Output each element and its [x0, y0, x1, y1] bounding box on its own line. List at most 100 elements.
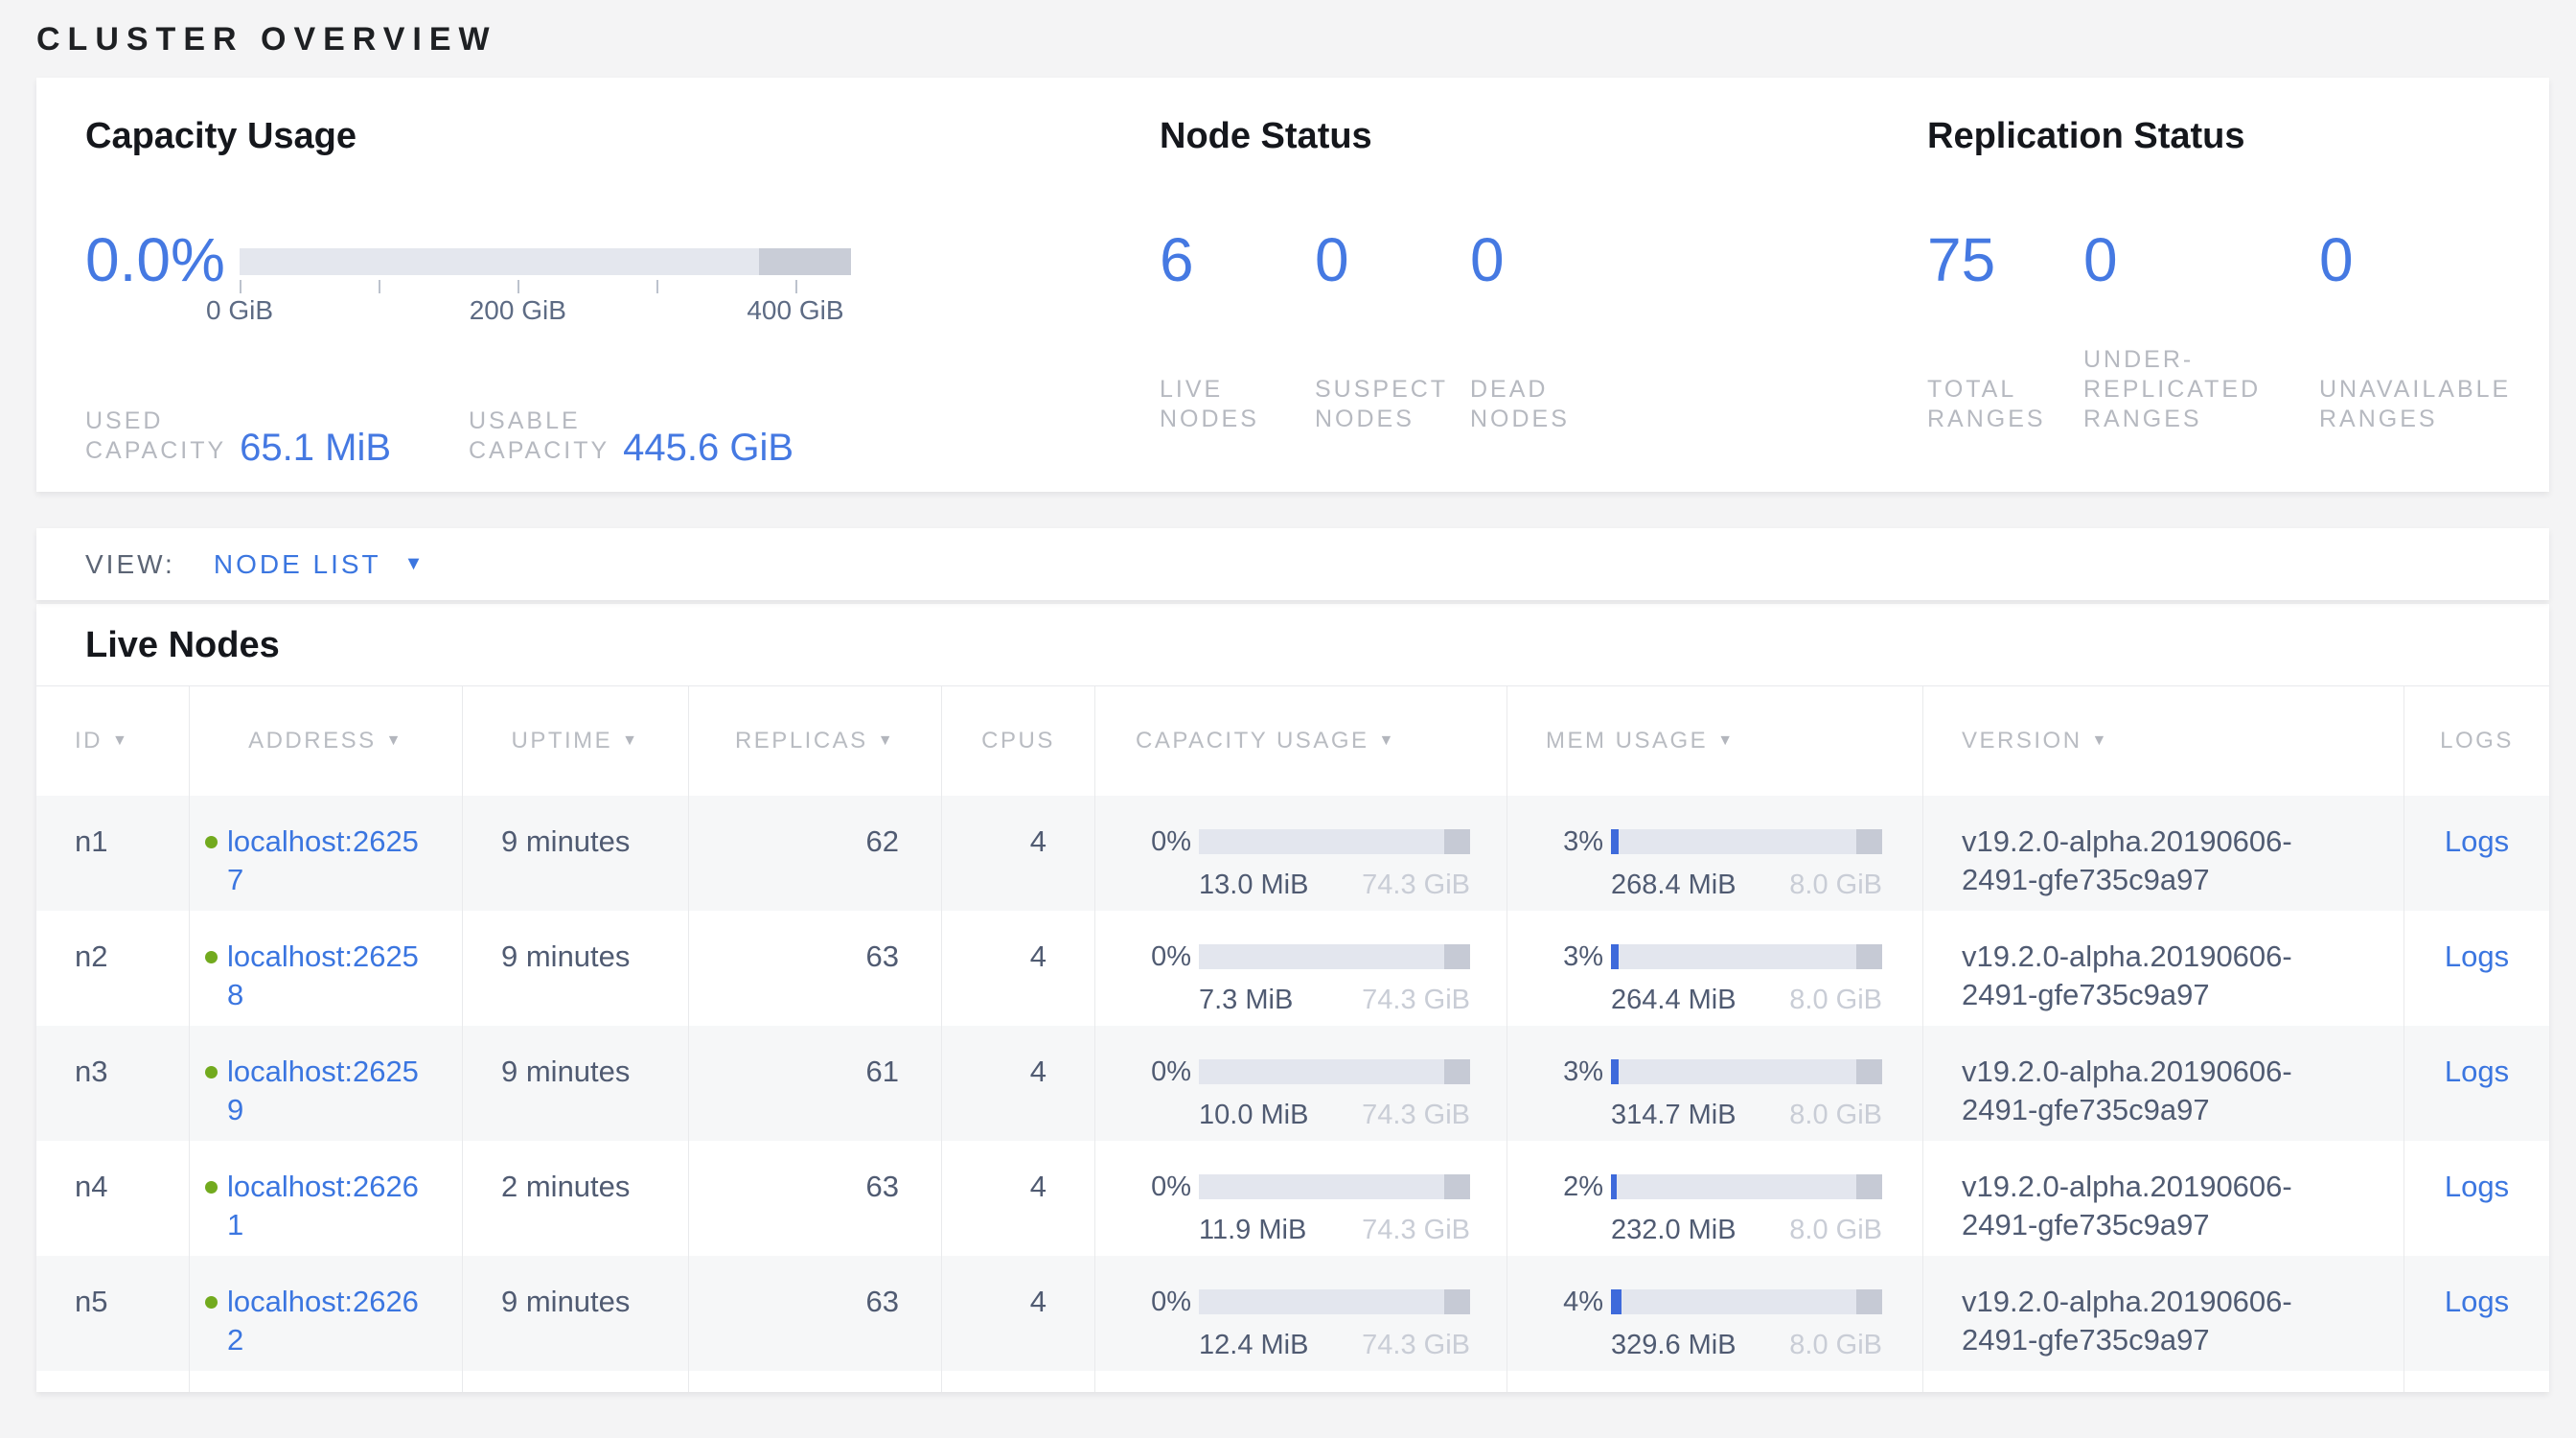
node-address-link[interactable]: localhost:26262 [227, 1283, 419, 1359]
mem-usage-fill [1611, 1174, 1617, 1199]
node-replicas-cell: 61 [688, 1026, 941, 1141]
node-capacity-usage-cell: 0% 12.4 MiB 74.3 GiB [1094, 1256, 1506, 1371]
capacity-percent-label: 0% [1103, 1053, 1191, 1091]
node-logs-cell: Logs [2404, 911, 2549, 1026]
node-cpus-cell: 4 [941, 1256, 1094, 1371]
gauge-tick-label: 400 GiB [747, 295, 843, 326]
capacity-percent-label: 0% [1103, 1168, 1191, 1206]
node-mem-usage-cell: 3% 314.7 MiB 8.0 GiB [1506, 1026, 1922, 1141]
node-logs-cell: Logs [2404, 796, 2549, 911]
node-cpus-cell: 4 [941, 1141, 1094, 1256]
capacity-usage-bar [1199, 1174, 1470, 1199]
column-header-replicas[interactable]: REPLICAS▼ [688, 686, 941, 796]
mem-percent-label: 3% [1515, 823, 1603, 861]
nodes-table-header: ID▼ ADDRESS▼ UPTIME▼ REPLICAS▼ CPUS CAPA… [36, 685, 2549, 796]
total-ranges-stat: 75 TOTALRANGES [1927, 227, 2083, 434]
node-cpus-cell: 4 [941, 1026, 1094, 1141]
node-address-link[interactable]: localhost:26259 [227, 1053, 419, 1129]
logs-link[interactable]: Logs [2445, 1170, 2509, 1203]
capacity-reserved-segment [1444, 944, 1470, 969]
column-header-version[interactable]: VERSION▼ [1922, 686, 2404, 796]
capacity-gauge-reserved-segment [759, 248, 851, 275]
node-capacity-usage-cell: 0% 13.0 MiB 74.3 GiB [1094, 796, 1506, 911]
dead-nodes-value: 0 [1470, 227, 1570, 292]
gauge-tick [240, 280, 242, 293]
used-capacity-stat: USED CAPACITY 65.1 MiB [85, 406, 469, 466]
column-header-address[interactable]: ADDRESS▼ [189, 686, 462, 796]
mem-usage-bar [1611, 1059, 1882, 1084]
logs-link[interactable]: Logs [2445, 939, 2509, 973]
node-id-cell: n1 [36, 796, 189, 911]
column-header-uptime[interactable]: UPTIME▼ [462, 686, 688, 796]
capacity-used-value: 13.0 MiB [1199, 866, 1308, 904]
unavailable-ranges-value: 0 [2319, 227, 2511, 292]
used-capacity-label: USED CAPACITY [85, 406, 226, 466]
view-selector-dropdown[interactable]: NODE LIST ▼ [214, 549, 426, 580]
column-header-id[interactable]: ID▼ [36, 686, 189, 796]
capacity-total-value: 74.3 GiB [1362, 866, 1470, 904]
capacity-used-value: 11.9 MiB [1199, 1211, 1306, 1249]
logs-link[interactable]: Logs [2445, 1055, 2509, 1088]
node-uptime-cell: 9 minutes [462, 1026, 688, 1141]
mem-used-value: 268.4 MiB [1611, 866, 1736, 904]
view-label: VIEW: [85, 549, 175, 580]
mem-total-value: 8.0 GiB [1789, 1211, 1882, 1249]
live-nodes-label: LIVENODES [1160, 375, 1259, 434]
mem-total-value: 8.0 GiB [1789, 1326, 1882, 1364]
column-header-capacity-usage[interactable]: CAPACITY USAGE▼ [1094, 686, 1506, 796]
under-replicated-ranges-label: UNDER-REPLICATEDRANGES [2083, 345, 2261, 434]
node-id-cell: n2 [36, 911, 189, 1026]
capacity-reserved-segment [1444, 1289, 1470, 1314]
node-version-cell: v19.2.0-alpha.20190606-2491-gfe735c9a97 [1922, 1026, 2404, 1141]
mem-percent-label: 4% [1515, 1283, 1603, 1321]
page-title: CLUSTER OVERVIEW [36, 0, 2549, 78]
node-logs-cell: Logs [2404, 1141, 2549, 1256]
node-address-link[interactable]: localhost:26257 [227, 823, 419, 899]
unavailable-ranges-label: UNAVAILABLERANGES [2319, 375, 2511, 434]
node-replicas-cell: 63 [688, 1141, 941, 1256]
sort-icon: ▼ [112, 732, 129, 750]
under-replicated-ranges-value: 0 [2083, 227, 2319, 292]
mem-used-value: 329.6 MiB [1611, 1326, 1736, 1364]
node-id-cell: n4 [36, 1141, 189, 1256]
node-uptime-cell: 9 minutes [462, 911, 688, 1026]
under-replicated-ranges-stat: 0 UNDER-REPLICATEDRANGES [2083, 227, 2319, 434]
view-bar: VIEW: NODE LIST ▼ [36, 528, 2549, 600]
logs-link[interactable]: Logs [2445, 824, 2509, 858]
capacity-total-value: 74.3 GiB [1362, 1096, 1470, 1134]
logs-link[interactable]: Logs [2445, 1285, 2509, 1318]
column-header-mem-usage[interactable]: MEM USAGE▼ [1506, 686, 1922, 796]
node-capacity-usage-cell: 0% 11.9 MiB 74.3 GiB [1094, 1141, 1506, 1256]
mem-percent-label: 3% [1515, 938, 1603, 976]
mem-percent-label: 2% [1515, 1168, 1603, 1206]
capacity-percent-label: 0% [1103, 938, 1191, 976]
node-uptime-cell: 9 minutes [462, 1256, 688, 1371]
replication-status-heading: Replication Status [1927, 114, 2511, 158]
mem-used-value: 314.7 MiB [1611, 1096, 1736, 1134]
node-address-link[interactable]: localhost:26258 [227, 938, 419, 1014]
sort-icon: ▼ [878, 732, 895, 750]
node-replicas-cell: 63 [688, 911, 941, 1026]
live-status-dot-icon [205, 1181, 218, 1194]
capacity-usage-heading: Capacity Usage [85, 114, 1160, 158]
table-row: n3 localhost:26259 9 minutes 61 4 0% 10.… [36, 1026, 2549, 1141]
gauge-tick-label: 0 GiB [206, 295, 273, 326]
node-mem-usage-cell: 4% 329.6 MiB 8.0 GiB [1506, 1256, 1922, 1371]
capacity-usage-bar [1199, 944, 1470, 969]
mem-usage-fill [1611, 944, 1619, 969]
table-row: n2 localhost:26258 9 minutes 63 4 0% 7.3… [36, 911, 2549, 1026]
sort-icon: ▼ [2092, 732, 2109, 750]
used-capacity-value: 65.1 MiB [240, 429, 391, 467]
node-cpus-cell: 4 [941, 911, 1094, 1026]
capacity-percent-label: 0% [1103, 823, 1191, 861]
capacity-reserved-segment [1444, 829, 1470, 854]
node-version-cell: v19.2.0-alpha.20190606-2491-gfe735c9a97 [1922, 1141, 2404, 1256]
node-address-link[interactable]: localhost:26261 [227, 1168, 419, 1244]
live-status-dot-icon [205, 836, 218, 848]
node-address-cell: localhost:26258 [189, 911, 462, 1026]
node-status-section: Node Status 6 LIVENODES 0 SUSPECTNODES 0 [1160, 114, 1927, 492]
mem-usage-fill [1611, 1059, 1619, 1084]
usable-capacity-value: 445.6 GiB [623, 429, 794, 467]
node-replicas-cell: 62 [688, 796, 941, 911]
capacity-usage-bar [1199, 1059, 1470, 1084]
